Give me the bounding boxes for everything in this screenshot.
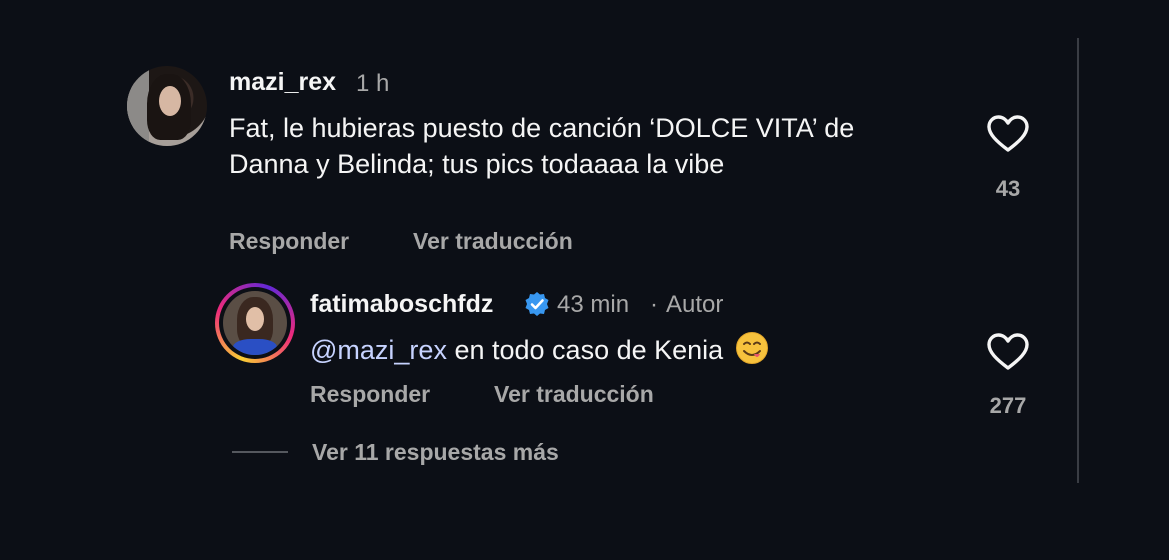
reply-timestamp: 43 min [557, 291, 630, 318]
meta-separator: · [650, 291, 658, 318]
reply-comment: fatimaboschfdz 43 min · Autor @mazi_rex … [0, 0, 1169, 420]
mention-link[interactable]: @mazi_rex [310, 335, 447, 365]
reply-username[interactable]: fatimaboschfdz [310, 290, 493, 319]
divider [232, 451, 288, 453]
comments-panel: mazi_rex 1 h Fat, le hubieras puesto de … [0, 0, 1169, 560]
story-ring[interactable] [215, 283, 295, 363]
like-count: 277 [989, 393, 1027, 418]
view-more-replies-button[interactable]: Ver 11 respuestas más [312, 439, 559, 466]
verified-badge-icon [525, 292, 549, 316]
reply-body: en todo caso de Kenia [454, 335, 724, 365]
yum-face-icon [735, 332, 768, 364]
see-translation-button[interactable]: Ver traducción [494, 381, 654, 408]
heart-icon[interactable] [986, 332, 1030, 372]
reply-button[interactable]: Responder [310, 381, 430, 408]
author-badge: Autor [666, 291, 724, 318]
reply-text: @mazi_rex en todo caso de Kenia [310, 331, 950, 368]
avatar[interactable] [223, 291, 287, 355]
